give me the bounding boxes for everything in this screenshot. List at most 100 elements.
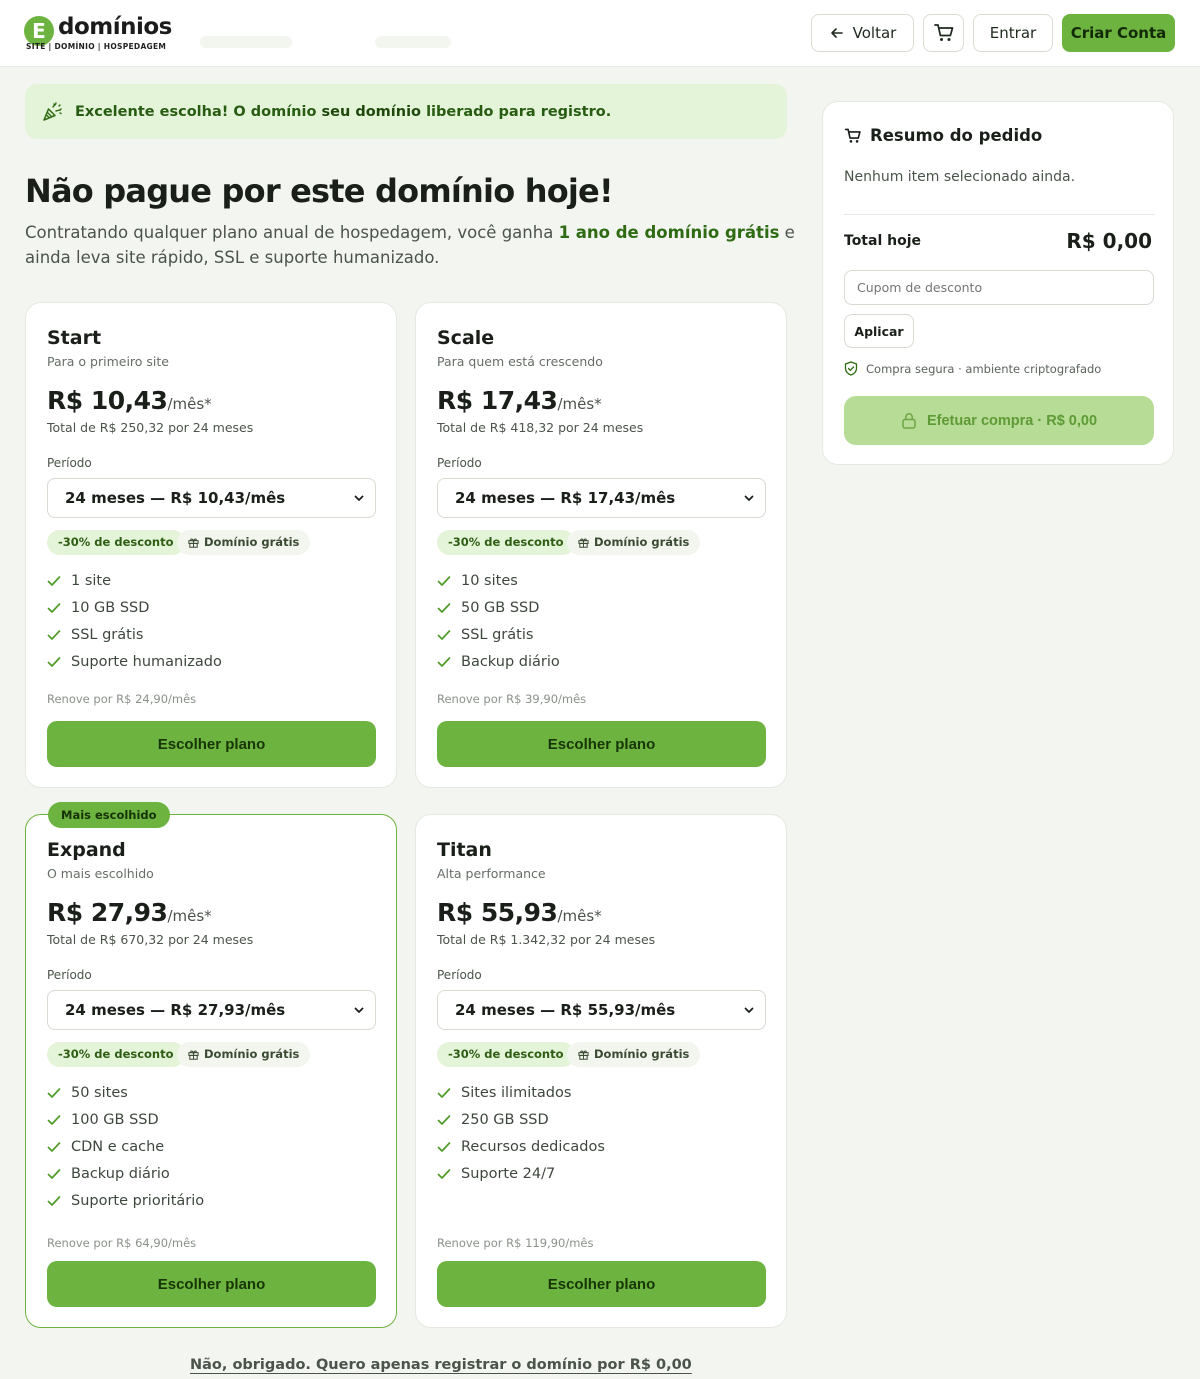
plan-feature-text: SSL grátis [71, 627, 144, 643]
plan-feature: 100 GB SSD [47, 1112, 159, 1128]
free-domain-badge: Domínio grátis [567, 1042, 701, 1067]
signup-button[interactable]: Criar Conta [1062, 14, 1175, 52]
choose-plan-button[interactable]: Escolher plano [437, 721, 766, 767]
plan-feature-text: 50 sites [71, 1085, 128, 1101]
login-button-label: Entrar [989, 24, 1037, 42]
period-select-value: 24 meses — R$ 55,93/mês [455, 1001, 676, 1019]
chevron-down-icon [744, 1007, 754, 1013]
desc-part: Contratando qualquer plano anual de hosp… [25, 223, 559, 242]
coupon-input[interactable] [844, 270, 1154, 305]
free-domain-text: Domínio grátis [594, 1047, 690, 1061]
period-select-value: 24 meses — R$ 17,43/mês [455, 489, 676, 507]
plan-total: Total de R$ 418,32 por 24 meses [437, 420, 644, 435]
plan-feature: 1 site [47, 573, 111, 589]
check-icon [437, 1088, 451, 1098]
plan-price-unit: /mês* [557, 395, 602, 413]
checkout-label: Efetuar compra · R$ 0,00 [926, 412, 1098, 429]
check-icon [47, 1196, 61, 1206]
plan-feature: SSL grátis [437, 627, 533, 643]
cart-button[interactable] [923, 14, 964, 52]
banner-message: Excelente escolha! O domínio seu domínio… [75, 104, 611, 120]
logo[interactable]: E domínios SITE | DOMÍNIO | HOSPEDAGEM [24, 14, 172, 54]
back-button[interactable]: Voltar [811, 14, 914, 52]
plan-price: R$ 55,93/mês* [437, 898, 602, 927]
summary-title-text: Resumo do pedido [870, 126, 1043, 145]
period-label: Período [47, 968, 92, 982]
discount-badge: -30% de desconto [47, 1042, 185, 1067]
check-icon [47, 657, 61, 667]
plan-name: Start [47, 327, 102, 349]
plan-price-unit: /mês* [557, 907, 602, 925]
plan-feature-text: Sites ilimitados [461, 1085, 572, 1101]
apply-coupon-button[interactable]: Aplicar [844, 314, 914, 348]
plan-card: Titan Alta performance R$ 55,93/mês* Tot… [415, 814, 787, 1328]
plan-price-unit: /mês* [167, 907, 212, 925]
plan-card: Start Para o primeiro site R$ 10,43/mês*… [25, 302, 397, 788]
faded-nav-placeholder [200, 36, 292, 48]
chevron-down-icon [744, 495, 754, 501]
plan-feature: Suporte 24/7 [437, 1166, 555, 1182]
plan-feature: 10 sites [437, 573, 518, 589]
plan-feature-text: 100 GB SSD [71, 1112, 159, 1128]
summary-empty-message: Nenhum item selecionado ainda. [844, 169, 1076, 185]
plan-feature-text: CDN e cache [71, 1139, 165, 1155]
gift-icon [188, 538, 199, 548]
period-select[interactable]: 24 meses — R$ 27,93/mês [47, 990, 376, 1030]
plan-feature: Sites ilimitados [437, 1085, 571, 1101]
plan-subtitle: O mais escolhido [47, 866, 154, 881]
faded-nav-placeholder [375, 36, 451, 48]
renew-price: Renove por R$ 39,90/mês [437, 692, 587, 706]
plan-subtitle: Alta performance [437, 866, 546, 881]
choose-plan-button[interactable]: Escolher plano [47, 1261, 376, 1307]
secure-purchase-note: Compra segura · ambiente criptografado [844, 361, 1101, 376]
discount-badge: -30% de desconto [437, 530, 575, 555]
checkout-button[interactable]: Efetuar compra · R$ 0,00 [844, 396, 1154, 445]
free-domain-text: Domínio grátis [204, 535, 300, 549]
logo-tagline: SITE | DOMÍNIO | HOSPEDAGEM [26, 42, 167, 51]
plan-price: R$ 10,43/mês* [47, 386, 212, 415]
decline-hosting-link[interactable]: Não, obrigado. Quero apenas registrar o … [190, 1357, 692, 1373]
period-label: Período [437, 968, 482, 982]
check-icon [47, 1088, 61, 1098]
gift-icon [578, 1050, 589, 1060]
check-icon [437, 657, 451, 667]
shopping-cart-icon [933, 24, 953, 41]
plan-feature-text: Suporte humanizado [71, 654, 222, 670]
plan-feature-text: 1 site [71, 573, 112, 589]
free-domain-text: Domínio grátis [204, 1047, 300, 1061]
check-icon [47, 630, 61, 640]
plan-feature-text: SSL grátis [461, 627, 534, 643]
period-label: Período [47, 456, 92, 470]
plan-name: Expand [47, 839, 126, 861]
plan-price-value: R$ 17,43 [437, 386, 558, 415]
order-summary-panel: Resumo do pedido Nenhum item selecionado… [822, 101, 1174, 465]
top-navbar: E domínios SITE | DOMÍNIO | HOSPEDAGEM V… [0, 0, 1200, 67]
plan-feature: SSL grátis [47, 627, 143, 643]
choose-plan-button[interactable]: Escolher plano [437, 1261, 766, 1307]
plan-total: Total de R$ 670,32 por 24 meses [47, 932, 254, 947]
logo-wordmark: domínios [58, 14, 172, 40]
period-select[interactable]: 24 meses — R$ 10,43/mês [47, 478, 376, 518]
plan-price-value: R$ 10,43 [47, 386, 168, 415]
period-select[interactable]: 24 meses — R$ 17,43/mês [437, 478, 766, 518]
plan-feature: Backup diário [437, 654, 560, 670]
check-icon [437, 630, 451, 640]
renew-price: Renove por R$ 64,90/mês [47, 1236, 197, 1250]
choose-plan-button[interactable]: Escolher plano [47, 721, 376, 767]
plan-price-value: R$ 55,93 [437, 898, 558, 927]
login-button[interactable]: Entrar [973, 14, 1053, 52]
signup-button-label: Criar Conta [1070, 24, 1167, 42]
party-popper-icon [43, 101, 62, 121]
summary-title: Resumo do pedido [844, 126, 1042, 145]
check-icon [47, 1169, 61, 1179]
plan-feature: Suporte humanizado [47, 654, 222, 670]
plan-name: Titan [437, 839, 492, 861]
banner-domain: seu domínio [321, 103, 422, 120]
availability-banner: Excelente escolha! O domínio seu domínio… [25, 84, 787, 139]
plan-feature-text: 10 sites [461, 573, 518, 589]
gift-icon [578, 538, 589, 548]
check-icon [437, 603, 451, 613]
chevron-down-icon [354, 1007, 364, 1013]
period-select[interactable]: 24 meses — R$ 55,93/mês [437, 990, 766, 1030]
plan-feature: 50 GB SSD [437, 600, 539, 616]
